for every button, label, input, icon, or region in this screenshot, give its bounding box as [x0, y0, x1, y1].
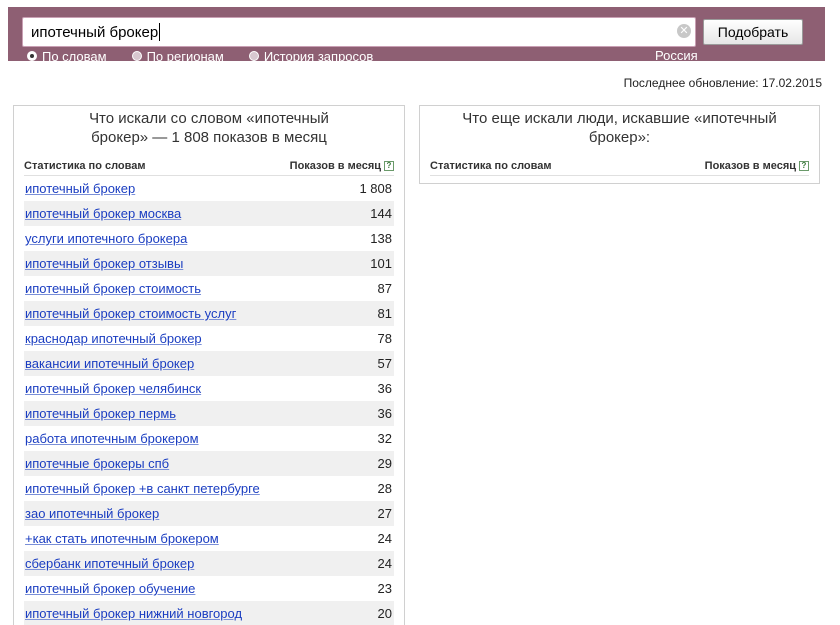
table-row: услуги ипотечного брокера 138: [24, 226, 394, 251]
keyword-link[interactable]: работа ипотечным брокером: [25, 431, 199, 446]
table-row: ипотечные брокеры спб 29: [24, 451, 394, 476]
table-header: Статистика по словам Показов в месяц ?: [430, 158, 809, 176]
clear-icon[interactable]: ✕: [677, 24, 691, 38]
shows-count: 23: [377, 581, 392, 596]
keyword-link[interactable]: +как стать ипотечным брокером: [25, 531, 219, 546]
shows-count: 78: [377, 331, 392, 346]
related-words-panel: Что искали со словом «ипотечный брокер» …: [13, 105, 405, 625]
keyword-table: ипотечный брокер 1 808 ипотечный брокер мо…: [24, 176, 394, 625]
mode-by-words[interactable]: По словам: [27, 49, 107, 64]
keyword-link[interactable]: ипотечный брокер москва: [25, 206, 181, 221]
shows-count: 101: [370, 256, 392, 271]
radio-icon[interactable]: [27, 51, 37, 61]
column-words-header: Статистика по словам: [430, 160, 552, 172]
column-shows-header: Показов в месяц ?: [705, 160, 809, 172]
mode-history[interactable]: История запросов: [248, 48, 374, 64]
mode-selector: По словам По регионам История запросов: [27, 48, 398, 64]
shows-count: 29: [377, 456, 392, 471]
shows-count: 1 808: [359, 181, 392, 196]
also-searched-panel: Что еще искали люди, искавшие «ипотечный…: [419, 105, 820, 184]
table-row: ипотечный брокер пермь 36: [24, 401, 394, 426]
column-shows-label: Показов в месяц: [704, 160, 796, 172]
keyword-link[interactable]: сбербанк ипотечный брокер: [25, 556, 194, 571]
search-bar: ипотечный брокер ✕ Подобрать По словам П…: [8, 7, 825, 64]
submit-button[interactable]: Подобрать: [703, 19, 803, 45]
table-header: Статистика по словам Показов в месяц ?: [24, 158, 394, 176]
table-row: ипотечный брокер москва 144: [24, 201, 394, 226]
table-row: ипотечный брокер +в санкт петербурге 28: [24, 476, 394, 501]
column-shows-label: Показов в месяц: [289, 160, 381, 172]
table-row: краснодар ипотечный брокер 78: [24, 326, 394, 351]
table-row: ипотечный брокер стоимость 87: [24, 276, 394, 301]
shows-count: 144: [370, 206, 392, 221]
search-bar-arrow: [805, 7, 823, 61]
keyword-link[interactable]: зао ипотечный брокер: [25, 506, 159, 521]
last-updated: Последнее обновление: 17.02.2015: [623, 76, 822, 90]
keyword-link[interactable]: ипотечный брокер челябинск: [25, 381, 201, 396]
shows-count: 138: [370, 231, 392, 246]
keyword-link[interactable]: ипотечный брокер стоимость услуг: [25, 306, 236, 321]
keyword-link[interactable]: ипотечный брокер: [25, 181, 135, 196]
shows-count: 57: [377, 356, 392, 371]
shows-count: 27: [377, 506, 392, 521]
keyword-link[interactable]: ипотечный брокер нижний новгород: [25, 606, 242, 621]
radio-icon[interactable]: [248, 51, 259, 61]
panel-title: Что еще искали люди, искавшие «ипотечный…: [462, 110, 777, 146]
shows-count: 36: [377, 406, 392, 421]
keyword-link[interactable]: услуги ипотечного брокера: [25, 231, 187, 246]
mode-label: По словам: [42, 48, 107, 64]
table-row: ипотечный брокер 1 808: [24, 176, 394, 201]
shows-count: 24: [377, 556, 392, 571]
mode-label: По регионам: [146, 48, 224, 64]
keyword-link[interactable]: ипотечный брокер обучение: [25, 581, 195, 596]
table-row: сбербанк ипотечный брокер 24: [24, 551, 394, 576]
table-row: ипотечный брокер стоимость услуг 81: [24, 301, 394, 326]
shows-count: 81: [377, 306, 392, 321]
table-row: ипотечный брокер нижний новгород 20: [24, 601, 394, 625]
search-query: ипотечный брокер: [31, 23, 159, 41]
table-row: зао ипотечный брокер 27: [24, 501, 394, 526]
shows-count: 87: [377, 281, 392, 296]
keyword-link[interactable]: ипотечный брокер +в санкт петербурге: [25, 481, 260, 496]
table-row: ипотечный брокер обучение 23: [24, 576, 394, 601]
shows-count: 24: [377, 531, 392, 546]
shows-count: 28: [377, 481, 392, 496]
radio-icon[interactable]: [131, 51, 142, 61]
column-words-header: Статистика по словам: [24, 160, 146, 172]
keyword-link[interactable]: ипотечный брокер пермь: [25, 406, 176, 421]
table-row: вакансии ипотечный брокер 57: [24, 351, 394, 376]
shows-count: 20: [377, 606, 392, 621]
mode-by-regions[interactable]: По регионам: [131, 48, 224, 64]
mode-label: История запросов: [263, 48, 374, 64]
search-input[interactable]: ипотечный брокер: [22, 17, 696, 47]
table-row: работа ипотечным брокером 32: [24, 426, 394, 451]
panel-title: Что искали со словом «ипотечный брокер» …: [89, 110, 329, 146]
text-caret: [159, 23, 161, 41]
table-row: +как стать ипотечным брокером 24: [24, 526, 394, 551]
keyword-link[interactable]: ипотечный брокер отзывы: [25, 256, 183, 271]
region-link[interactable]: Россия: [655, 48, 698, 64]
keyword-link[interactable]: краснодар ипотечный брокер: [25, 331, 202, 346]
help-icon[interactable]: ?: [384, 161, 394, 171]
table-row: ипотечный брокер отзывы 101: [24, 251, 394, 276]
keyword-link[interactable]: вакансии ипотечный брокер: [25, 356, 194, 371]
shows-count: 32: [377, 431, 392, 446]
column-shows-header: Показов в месяц ?: [290, 160, 394, 172]
shows-count: 36: [377, 381, 392, 396]
keyword-link[interactable]: ипотечный брокер стоимость: [25, 281, 201, 296]
table-row: ипотечный брокер челябинск 36: [24, 376, 394, 401]
keyword-link[interactable]: ипотечные брокеры спб: [25, 456, 169, 471]
help-icon[interactable]: ?: [799, 161, 809, 171]
